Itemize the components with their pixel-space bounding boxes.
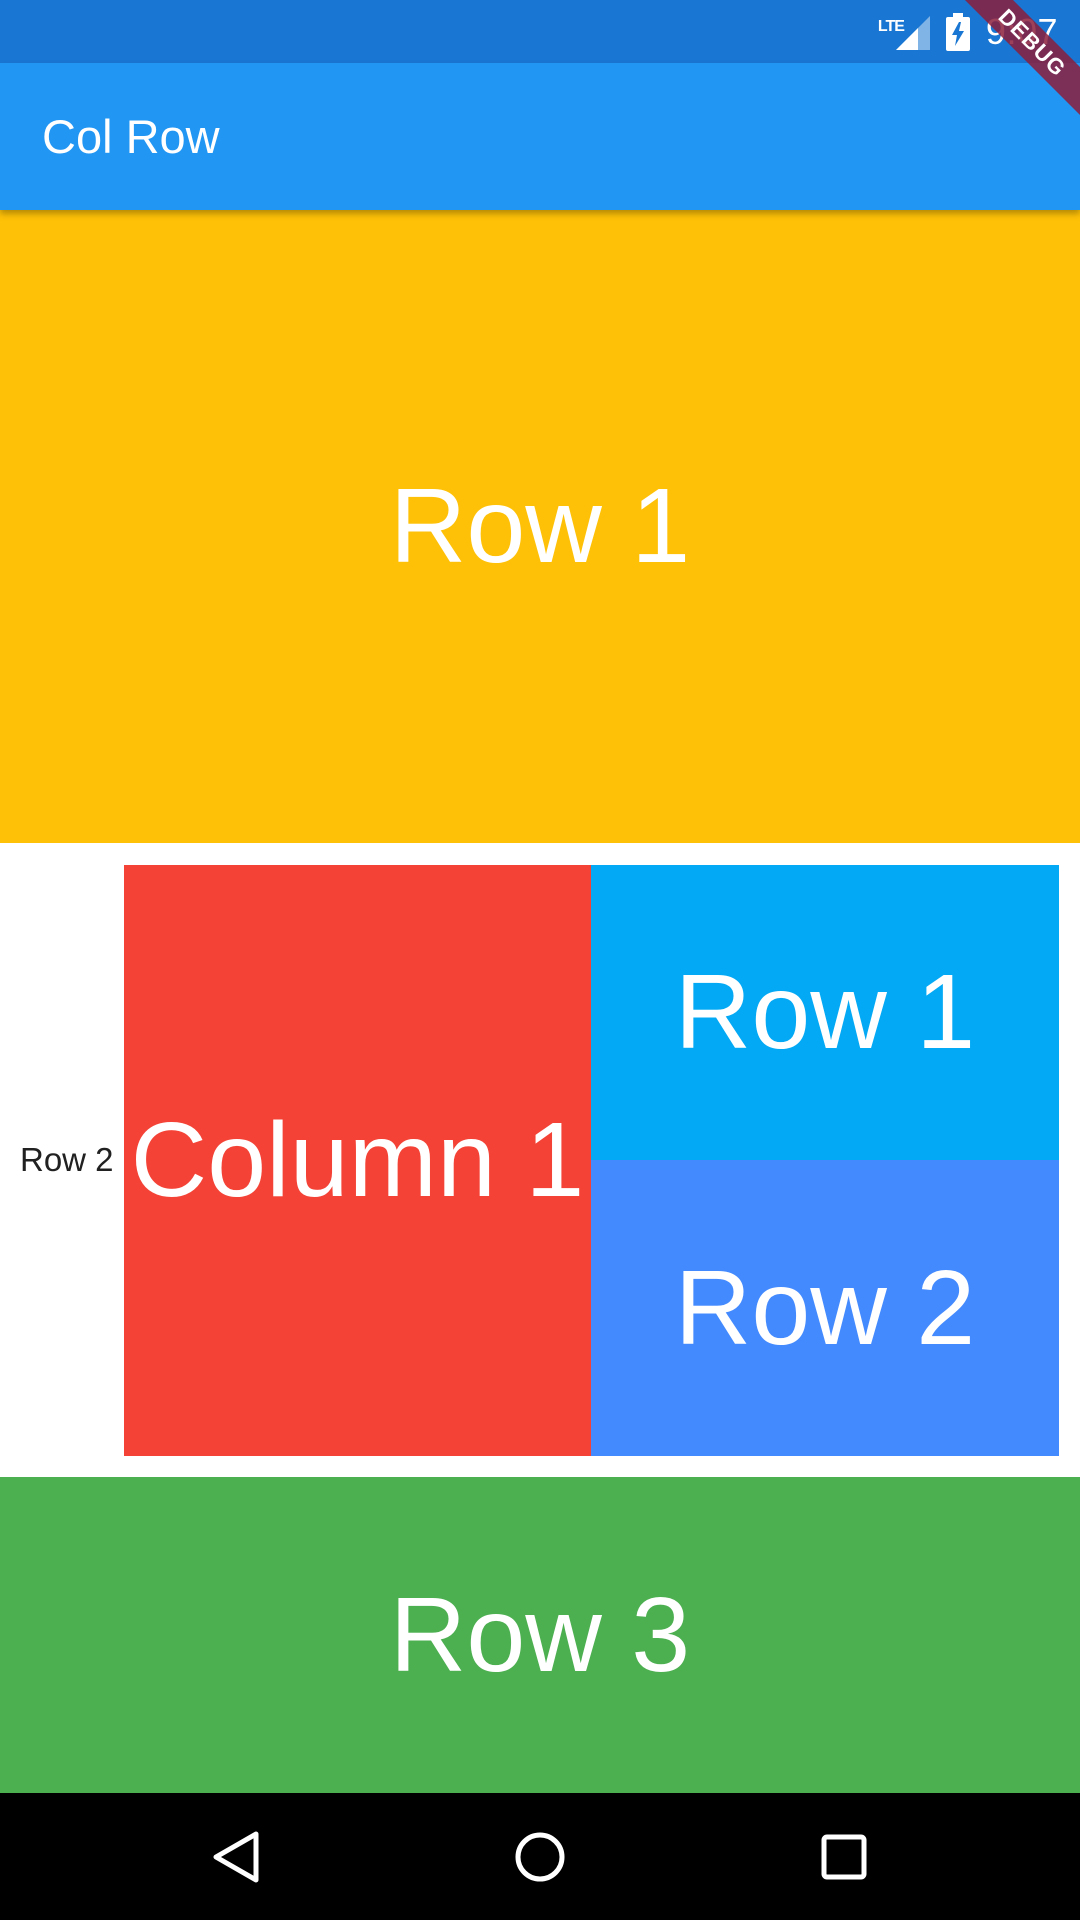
app-bar: Col Row	[0, 63, 1080, 210]
status-bar: LTE 9:07 DEBUG	[0, 0, 1080, 126]
home-button[interactable]	[480, 1793, 600, 1920]
home-icon	[515, 1832, 565, 1881]
app-title: Col Row	[42, 110, 220, 163]
row-1-block: Row 1	[0, 210, 1080, 843]
back-icon	[213, 1831, 259, 1882]
nested-row-2-block: Row 2	[591, 1160, 1059, 1456]
back-button[interactable]	[176, 1793, 296, 1920]
nested-row-2-label: Row 2	[674, 1248, 976, 1367]
recents-button[interactable]	[784, 1793, 904, 1920]
signal-icon	[895, 15, 930, 50]
row-3-label: Row 3	[389, 1575, 691, 1694]
nested-row-1-block: Row 1	[591, 865, 1059, 1160]
column-1-label: Column 1	[130, 1101, 585, 1219]
row-1-label: Row 1	[389, 467, 691, 585]
battery-charging-icon	[945, 12, 970, 51]
column-1-block: Column 1	[124, 865, 591, 1456]
nested-row-1-label: Row 1	[674, 953, 976, 1071]
row-2-label: Row 2	[20, 1141, 114, 1178]
app-screen: LTE 9:07 DEBUG Col Row Row 1 Row 2	[0, 0, 1080, 1920]
system-nav-bar	[0, 1793, 1080, 1920]
lte-signal: LTE	[878, 12, 930, 52]
recents-icon	[821, 1834, 867, 1879]
row-3-block: Row 3	[0, 1477, 1080, 1793]
